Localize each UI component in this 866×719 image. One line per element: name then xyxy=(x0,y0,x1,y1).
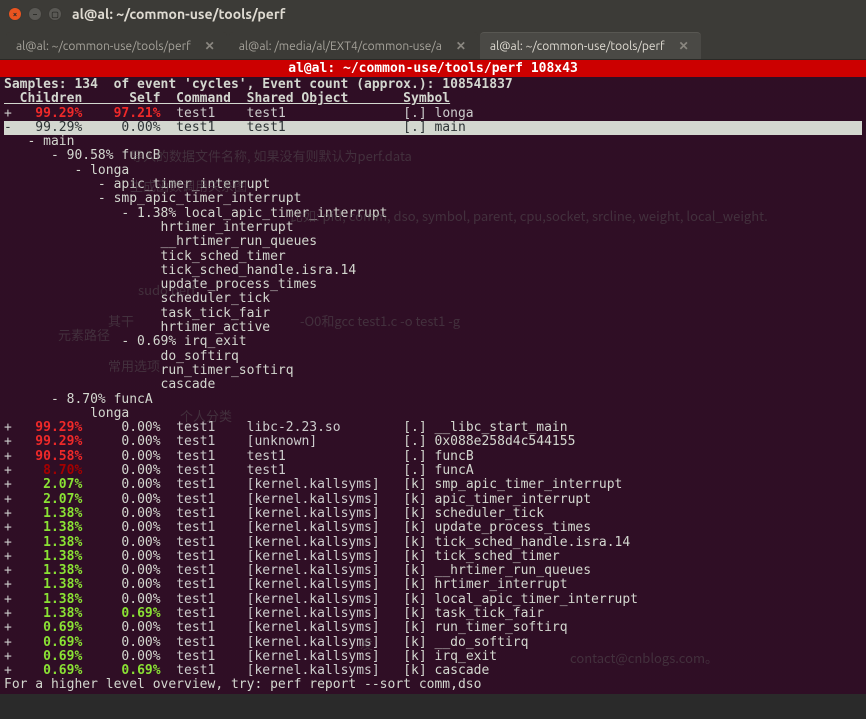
table-row[interactable]: + 0.69% 0.69% test1 [kernel.kallsyms] [k… xyxy=(4,664,862,678)
table-row[interactable]: + 1.38% 0.00% test1 [kernel.kallsyms] [k… xyxy=(4,593,862,607)
tree-line[interactable]: - apic_timer_interrupt xyxy=(4,178,862,192)
tree-line[interactable]: - 1.38% local_apic_timer_interrupt xyxy=(4,207,862,221)
terminal-tab-0[interactable]: al@al: ~/common-use/tools/perf ✕ xyxy=(6,32,227,59)
tree-line[interactable]: longa xyxy=(4,407,862,421)
table-row[interactable]: + 99.29% 0.00% test1 libc-2.23.so [.] __… xyxy=(4,421,862,435)
table-row[interactable]: + 99.29% 97.21% test1 test1 [.] longa xyxy=(4,107,862,121)
samples-header: Samples: 134 of event 'cycles', Event co… xyxy=(4,78,862,92)
tree-line[interactable]: do_softirq xyxy=(4,350,862,364)
tree-line[interactable]: run_timer_softirq xyxy=(4,364,862,378)
close-icon[interactable]: ✕ xyxy=(203,39,217,53)
hint-footer: For a higher level overview, try: perf r… xyxy=(4,678,862,692)
tree-line[interactable]: tick_sched_handle.isra.14 xyxy=(4,264,862,278)
tree-line[interactable]: hrtimer_interrupt xyxy=(4,221,862,235)
terminal-info-text: al@al: ~/common-use/tools/perf 108x43 xyxy=(288,61,578,76)
table-row[interactable]: + 2.07% 0.00% test1 [kernel.kallsyms] [k… xyxy=(4,478,862,492)
tab-label: al@al: /media/al/EXT4/common-use/a xyxy=(239,40,442,53)
table-row[interactable]: - 99.29% 0.00% test1 test1 [.] main xyxy=(4,121,862,135)
window-title: al@al: ~/common-use/tools/perf xyxy=(72,6,285,22)
terminal-tab-2[interactable]: al@al: ~/common-use/tools/perf ✕ xyxy=(480,32,701,59)
table-row[interactable]: + 1.38% 0.00% test1 [kernel.kallsyms] [k… xyxy=(4,521,862,535)
tree-line[interactable]: update_process_times xyxy=(4,278,862,292)
table-row[interactable]: + 1.38% 0.00% test1 [kernel.kallsyms] [k… xyxy=(4,550,862,564)
table-row[interactable]: + 1.38% 0.00% test1 [kernel.kallsyms] [k… xyxy=(4,564,862,578)
tree-line[interactable]: - 8.70% funcA xyxy=(4,393,862,407)
table-row[interactable]: + 0.69% 0.00% test1 [kernel.kallsyms] [k… xyxy=(4,636,862,650)
window-titlebar: × – ▢ al@al: ~/common-use/tools/perf xyxy=(0,0,866,28)
table-row[interactable]: + 2.07% 0.00% test1 [kernel.kallsyms] [k… xyxy=(4,493,862,507)
tree-line[interactable]: tick_sched_timer xyxy=(4,250,862,264)
table-row[interactable]: + 8.70% 0.00% test1 test1 [.] funcA xyxy=(4,464,862,478)
tree-line[interactable]: - smp_apic_timer_interrupt xyxy=(4,192,862,206)
tree-line[interactable]: - 0.69% irq_exit xyxy=(4,335,862,349)
tree-line[interactable]: - longa xyxy=(4,164,862,178)
column-headers: Children Self Command Shared Object Symb… xyxy=(4,92,862,106)
minimize-icon[interactable]: – xyxy=(28,7,42,21)
table-row[interactable]: + 0.69% 0.00% test1 [kernel.kallsyms] [k… xyxy=(4,621,862,635)
window-buttons: × – ▢ xyxy=(8,7,62,21)
table-row[interactable]: + 1.38% 0.00% test1 [kernel.kallsyms] [k… xyxy=(4,536,862,550)
terminal-content[interactable]: 导入的数据文件名称, 如果没有则默认为perf.data生成函数调用关系图比如:… xyxy=(0,77,866,694)
tab-bar: al@al: ~/common-use/tools/perf ✕ al@al: … xyxy=(0,28,866,60)
terminal-tab-1[interactable]: al@al: /media/al/EXT4/common-use/a ✕ xyxy=(229,32,478,59)
table-row[interactable]: + 99.29% 0.00% test1 [unknown] [.] 0x088… xyxy=(4,435,862,449)
tree-line[interactable]: - 90.58% funcB xyxy=(4,149,862,163)
tree-line[interactable]: scheduler_tick xyxy=(4,292,862,306)
tree-line[interactable]: - main xyxy=(4,135,862,149)
table-row[interactable]: + 90.58% 0.00% test1 test1 [.] funcB xyxy=(4,450,862,464)
tree-line[interactable]: __hrtimer_run_queues xyxy=(4,235,862,249)
close-icon[interactable]: ✕ xyxy=(454,39,468,53)
close-icon[interactable]: × xyxy=(8,7,22,21)
table-row[interactable]: + 0.69% 0.00% test1 [kernel.kallsyms] [k… xyxy=(4,650,862,664)
tab-label: al@al: ~/common-use/tools/perf xyxy=(16,40,191,53)
terminal-info-line: al@al: ~/common-use/tools/perf 108x43 xyxy=(0,60,866,77)
tree-line[interactable]: cascade xyxy=(4,378,862,392)
tab-label: al@al: ~/common-use/tools/perf xyxy=(490,40,665,53)
tree-line[interactable]: hrtimer_active xyxy=(4,321,862,335)
maximize-icon[interactable]: ▢ xyxy=(48,7,62,21)
close-icon[interactable]: ✕ xyxy=(677,39,691,53)
table-row[interactable]: + 1.38% 0.69% test1 [kernel.kallsyms] [k… xyxy=(4,607,862,621)
table-row[interactable]: + 1.38% 0.00% test1 [kernel.kallsyms] [k… xyxy=(4,578,862,592)
tree-line[interactable]: task_tick_fair xyxy=(4,307,862,321)
table-row[interactable]: + 1.38% 0.00% test1 [kernel.kallsyms] [k… xyxy=(4,507,862,521)
